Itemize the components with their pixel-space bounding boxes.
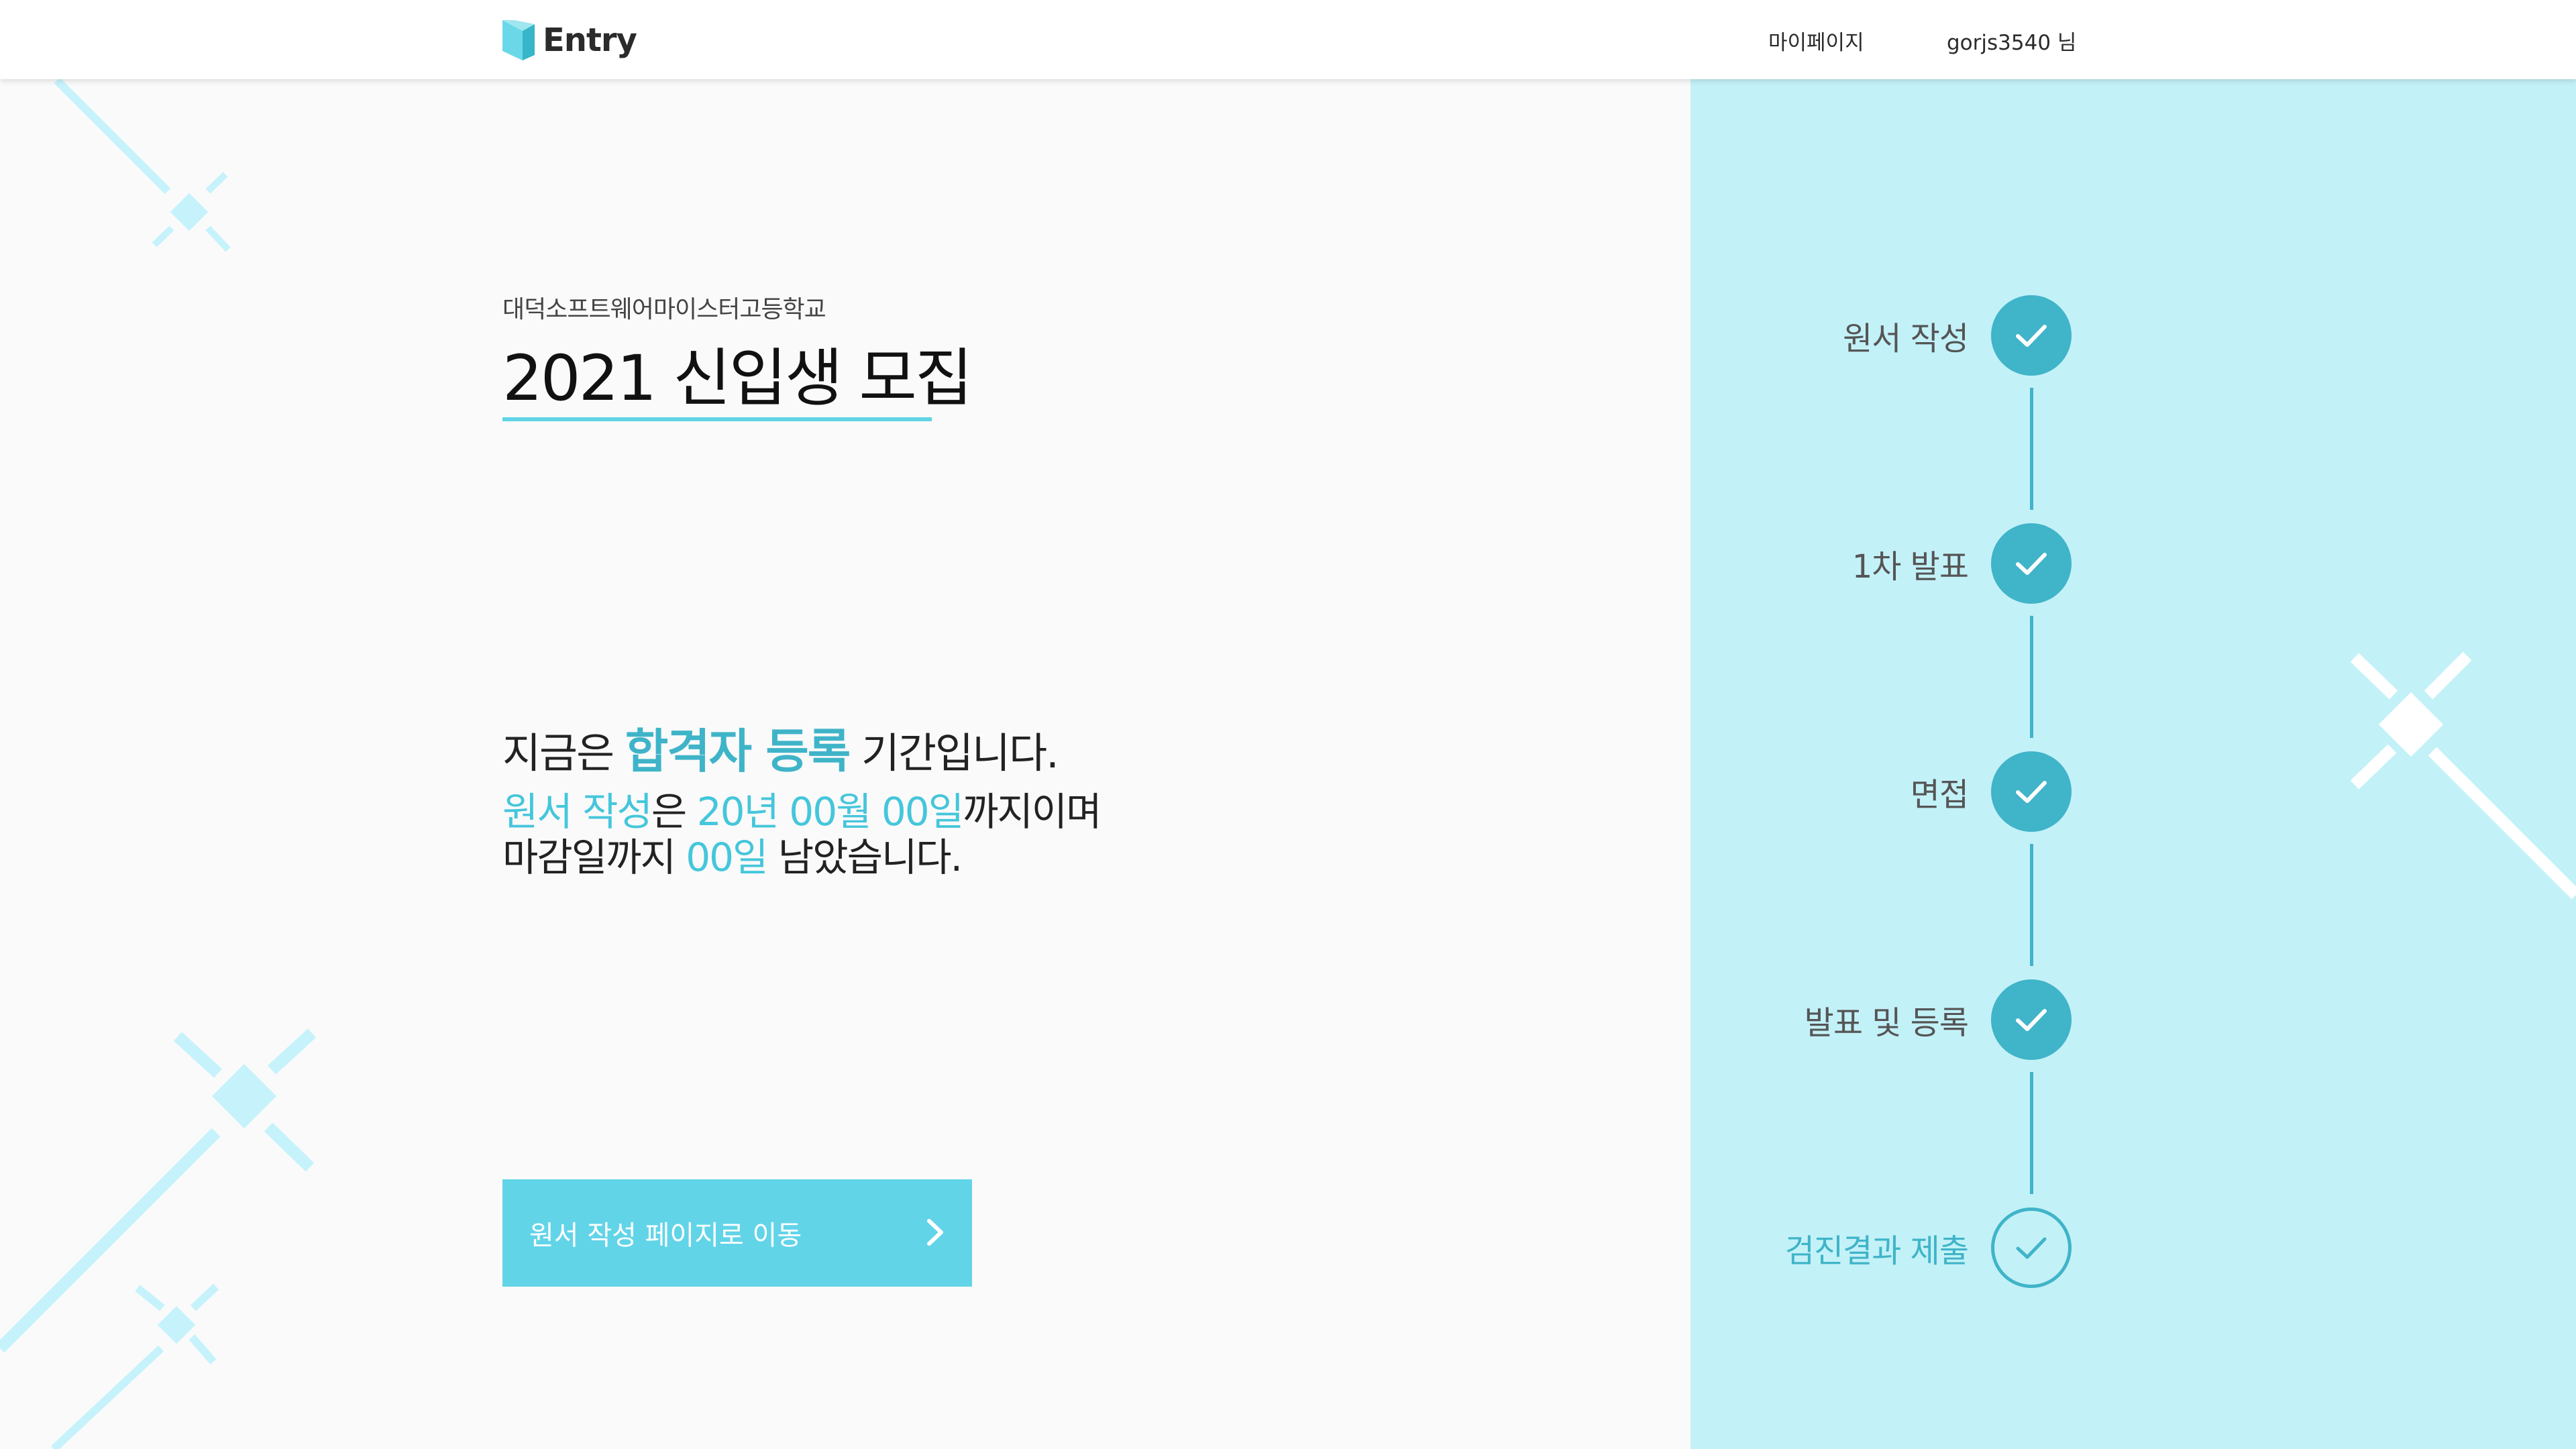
check-icon — [1991, 979, 2072, 1060]
entry-logo[interactable]: Entry — [502, 20, 637, 60]
step-medical-result-submission: 검진결과 제출 — [1785, 1208, 2072, 1288]
step-application: 원서 작성 — [1843, 295, 2072, 376]
go-button-label: 원서 작성 페이지로 이동 — [529, 1220, 802, 1251]
deadline-tail: 까지이며 — [963, 789, 1102, 835]
step-label: 검진결과 제출 — [1784, 1232, 1969, 1270]
entry-logo-icon — [502, 20, 535, 60]
deadline-line-2: 마감일까지 00일 남았습니다. — [502, 835, 1101, 880]
deadline-josa: 은 — [651, 789, 687, 835]
page-title: 2021 신입생 모집 — [502, 342, 973, 415]
step-first-announcement: 1차 발표 — [1852, 523, 2072, 604]
deadline-text: 원서 작성은 20년 00월 00일까지이며 마감일까지 00일 남았습니다. — [502, 789, 1102, 880]
step-announcement-registration: 발표 및 등록 — [1805, 979, 2072, 1060]
deadline-line-1: 원서 작성은 20년 00월 00일까지이며 — [502, 789, 1102, 835]
title-underline — [502, 417, 932, 421]
remaining-days: 00일 — [686, 835, 768, 880]
chevron-right-icon — [925, 1217, 945, 1250]
check-icon — [1991, 751, 2072, 832]
top-navigation-bar: Entry 마이페이지 gorjs3540 님 — [0, 0, 2576, 79]
mypage-link[interactable]: 마이페이지 — [1768, 25, 1864, 56]
deadline-stage: 원서 작성 — [502, 789, 653, 835]
check-icon — [1991, 295, 2072, 376]
step-label: 면접 — [1910, 776, 1969, 814]
remaining-tail: 남았습니다. — [777, 835, 963, 880]
step-label: 발표 및 등록 — [1804, 1004, 1969, 1042]
logo-text: Entry — [543, 21, 637, 59]
check-icon — [1991, 523, 2072, 604]
step-interview: 면접 — [1911, 751, 2072, 832]
check-icon — [1991, 1208, 2072, 1288]
deadline-date: 20년 00월 00일 — [696, 789, 964, 835]
user-name-link[interactable]: gorjs3540 님 — [1947, 25, 2076, 56]
go-to-application-button[interactable]: 원서 작성 페이지로 이동 — [502, 1179, 972, 1287]
remaining-lead: 마감일까지 — [502, 835, 676, 880]
current-period-text: 지금은 합격자 등록 기간입니다. — [502, 714, 1059, 782]
period-suffix: 기간입니다. — [861, 729, 1059, 777]
step-label: 1차 발표 — [1851, 548, 1969, 586]
period-prefix: 지금은 — [502, 729, 614, 777]
step-label: 원서 작성 — [1843, 320, 1969, 358]
school-name: 대덕소프트웨어마이스터고등학교 — [502, 296, 826, 323]
period-name: 합격자 등록 — [625, 724, 851, 779]
